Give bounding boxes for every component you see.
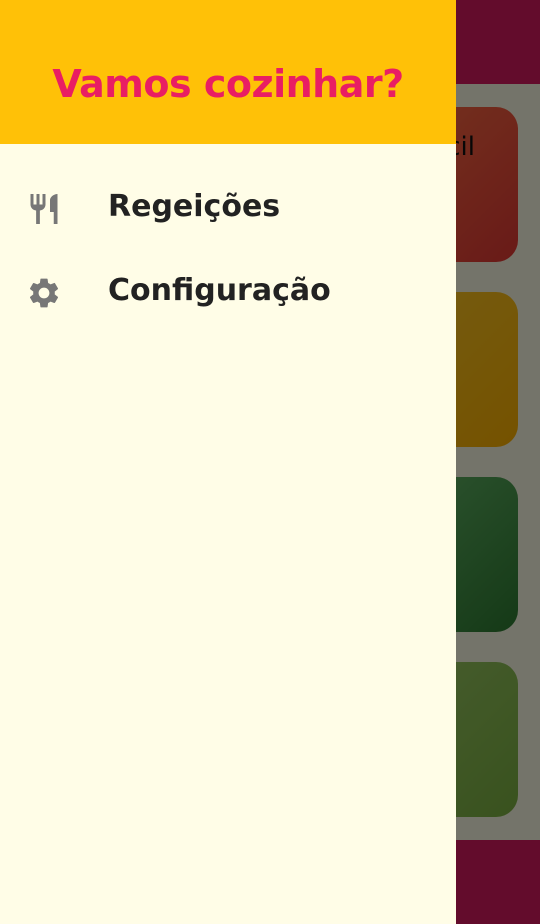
navigation-drawer: Vamos cozinhar? Regeições Configuração (0, 0, 456, 924)
drawer-item-meals[interactable]: Regeições (0, 173, 456, 245)
drawer-title: Vamos cozinhar? (52, 62, 404, 106)
drawer-item-label: Regeições (108, 189, 281, 224)
app-screen: cil Vamos cozinhar? Regeições (0, 0, 540, 924)
settings-icon (26, 275, 62, 311)
drawer-item-settings[interactable]: Configuração (0, 257, 456, 329)
restaurant-icon (26, 191, 62, 227)
drawer-item-label: Configuração (108, 273, 331, 308)
drawer-header: Vamos cozinhar? (0, 0, 456, 144)
